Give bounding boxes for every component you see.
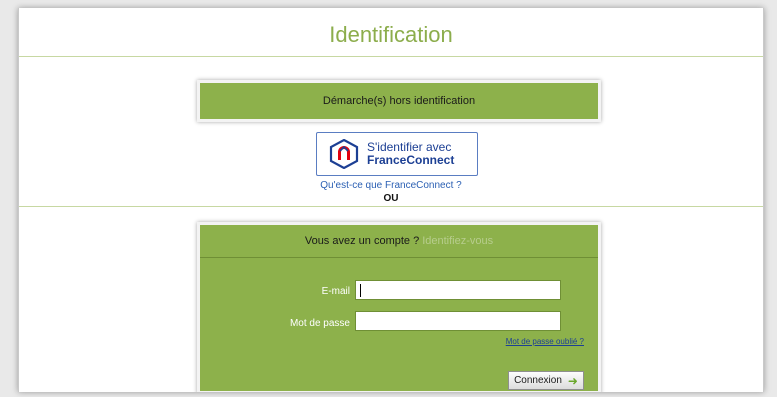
login-heading-hint: Identifiez-vous <box>422 235 494 247</box>
no-login-procedures-button[interactable]: Démarche(s) hors identification <box>197 80 601 122</box>
email-field[interactable] <box>355 280 561 300</box>
password-label: Mot de passe <box>289 318 350 329</box>
login-heading-question: Vous avez un compte ? <box>304 235 420 247</box>
arrow-right-icon: ➜ <box>567 373 578 388</box>
login-heading: Vous avez un compte ? Identifiez-vous <box>200 225 598 258</box>
or-separator: OU <box>383 193 399 204</box>
login-panel: Vous avez un compte ? Identifiez-vous E-… <box>197 222 601 392</box>
divider <box>19 206 763 207</box>
password-field[interactable] <box>355 311 561 331</box>
email-label: E-mail <box>321 286 350 297</box>
forgot-password-link[interactable]: Mot de passe oublié ? <box>506 337 584 346</box>
connexion-label: Connexion <box>514 375 562 386</box>
divider <box>19 56 763 57</box>
franceconnect-button-line2: FranceConnect <box>367 153 455 167</box>
page-frame: Identification Démarche(s) hors identifi… <box>18 8 764 392</box>
franceconnect-info-link[interactable]: Qu'est-ce que FranceConnect ? <box>19 180 763 191</box>
connexion-button[interactable]: Connexion ➜ <box>508 371 584 390</box>
page-title: Identification <box>329 22 453 47</box>
text-caret <box>360 284 361 297</box>
franceconnect-logo-icon <box>329 139 359 169</box>
franceconnect-button[interactable]: S'identifier avec FranceConnect <box>316 132 478 176</box>
